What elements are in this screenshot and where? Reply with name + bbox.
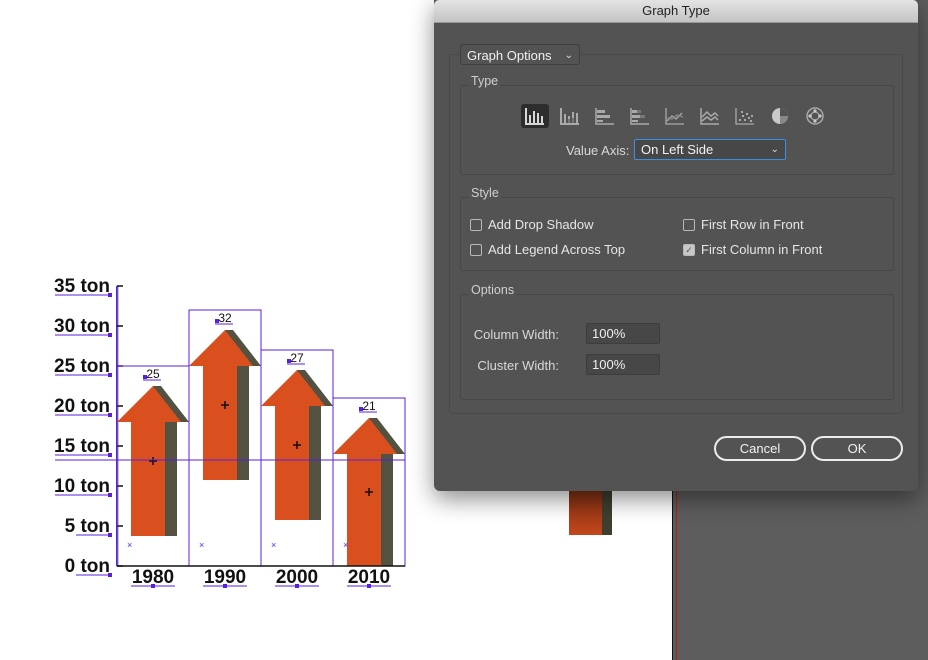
checkbox-label: First Row in Front <box>701 217 804 232</box>
options-group: Options Column Width: 100% Cluster Width… <box>460 283 894 400</box>
selection-anchor <box>108 573 112 577</box>
options-group-label: Options <box>469 283 517 297</box>
value-axis-value: On Left Side <box>641 142 714 157</box>
selection-anchor <box>151 584 155 588</box>
style-group-label: Style <box>469 186 501 200</box>
line-graph-button[interactable] <box>661 104 689 128</box>
selection-anchor <box>287 359 291 363</box>
arrow-symbol-fragment <box>569 488 612 535</box>
bar-graph-icon <box>595 108 614 125</box>
checkbox-box[interactable] <box>683 218 695 231</box>
selection-anchor <box>359 407 363 411</box>
stacked-bar-graph-button[interactable] <box>626 104 654 128</box>
line-graph-icon <box>665 108 684 125</box>
add-legend-across-top-checkbox[interactable]: Add Legend Across Top <box>470 242 625 257</box>
area-graph-icon <box>700 108 719 125</box>
y-tick-label: 25 ton <box>54 356 110 377</box>
y-tick-label: 35 ton <box>54 276 110 297</box>
scatter-graph-button[interactable] <box>731 104 759 128</box>
value-axis: 0 ton 5 ton 10 ton 15 ton 20 ton 25 ton 30 ton… <box>54 276 123 577</box>
scatter-graph-icon <box>735 108 754 125</box>
data-label: 32 <box>218 311 232 325</box>
radar-graph-button[interactable] <box>801 104 829 128</box>
chevron-down-icon: ⌄ <box>564 50 573 61</box>
data-label: 21 <box>362 399 376 413</box>
y-tick-label: 10 ton <box>54 476 110 497</box>
first-row-in-front-checkbox[interactable]: First Row in Front <box>683 217 804 232</box>
selection-anchor <box>295 584 299 588</box>
selection-anchor <box>108 373 112 377</box>
pie-graph-button[interactable] <box>766 104 794 128</box>
checkbox-label: Add Drop Shadow <box>488 217 594 232</box>
checkmark-icon[interactable]: ✓ <box>683 243 695 256</box>
y-tick-label: 5 ton <box>65 516 110 537</box>
y-tick-label: 0 ton <box>65 556 110 577</box>
selection-anchor <box>108 293 112 297</box>
column-graph[interactable]: 0 ton 5 ton 10 ton 15 ton 20 ton 25 ton 30 ton… <box>0 270 440 600</box>
anchor-x-icon: × <box>271 540 276 550</box>
bar-graph-button[interactable] <box>591 104 619 128</box>
anchor-x-icon: × <box>199 540 204 550</box>
anchor-x-icon: × <box>343 540 348 550</box>
cluster-width-input[interactable]: 100% <box>586 354 660 375</box>
y-tick-label: 30 ton <box>54 316 110 337</box>
stacked-bar-graph-icon <box>630 108 649 125</box>
checkbox-box[interactable] <box>470 243 482 256</box>
arrow-fragment-face <box>569 488 602 535</box>
add-drop-shadow-checkbox[interactable]: Add Drop Shadow <box>470 217 594 232</box>
anchor-x-icon: × <box>127 540 132 550</box>
area-graph-button[interactable] <box>696 104 724 128</box>
value-axis-select[interactable]: On Left Side ⌄ <box>634 139 786 160</box>
value-axis-label: Value Axis: <box>566 143 630 158</box>
arrow-fragment-side <box>602 488 612 535</box>
column-graph-button[interactable] <box>521 104 549 128</box>
dialog-title[interactable]: Graph Type <box>434 0 918 23</box>
selection-anchor <box>143 375 147 379</box>
type-group: Type Value Axis: On Left Side ⌄ <box>460 74 894 175</box>
cancel-button[interactable]: Cancel <box>714 436 806 461</box>
column-width-input[interactable]: 100% <box>586 323 660 344</box>
stacked-column-graph-icon <box>560 108 579 125</box>
checkbox-box[interactable] <box>470 218 482 231</box>
graph-options-dropdown[interactable]: Graph Options ⌄ <box>460 44 580 65</box>
checkbox-label: Add Legend Across Top <box>488 242 626 257</box>
selection-anchor <box>108 413 112 417</box>
checkbox-label: First Column in Front <box>701 242 823 257</box>
y-tick-label: 15 ton <box>54 436 110 457</box>
data-label: 25 <box>146 367 160 381</box>
radar-graph-icon <box>806 107 824 125</box>
selection-anchor <box>223 584 227 588</box>
graph-type-dialog: Graph Type Graph Options ⌄ Type Value Ax… <box>434 0 918 491</box>
data-label: 27 <box>290 351 304 365</box>
selection-anchor <box>108 453 112 457</box>
graph-type-buttons <box>521 104 829 128</box>
category-axis: 1980 1990 2000 2010 <box>117 565 405 588</box>
selection-anchor <box>108 493 112 497</box>
y-tick-label: 20 ton <box>54 396 110 417</box>
first-column-in-front-checkbox[interactable]: ✓ First Column in Front <box>683 242 822 257</box>
column-graph-icon <box>525 108 544 125</box>
style-group: Style Add Drop Shadow Add Legend Across … <box>460 186 894 271</box>
selection-anchor <box>215 319 219 323</box>
stacked-column-graph-button[interactable] <box>556 104 584 128</box>
pie-graph-icon <box>772 108 788 124</box>
selection-anchor <box>108 533 112 537</box>
selection-anchor <box>367 584 371 588</box>
selection-anchor <box>108 333 112 337</box>
column-width-label: Column Width: <box>473 327 559 342</box>
chevron-down-icon: ⌄ <box>770 144 779 155</box>
type-group-label: Type <box>469 74 501 88</box>
ok-button[interactable]: OK <box>811 436 903 461</box>
graph-options-label: Graph Options <box>467 48 552 63</box>
cluster-width-label: Cluster Width: <box>477 358 559 373</box>
